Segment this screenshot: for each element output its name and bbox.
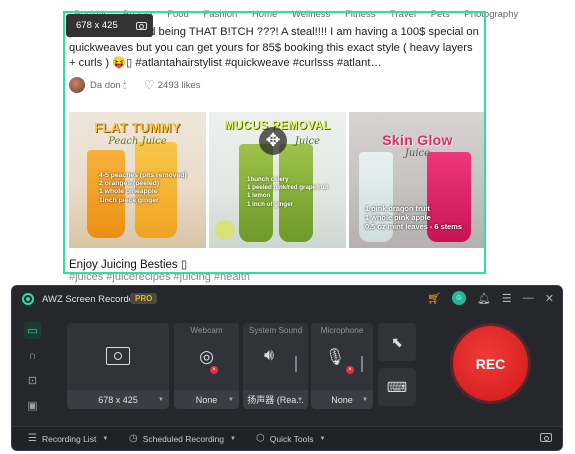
rec-button[interactable]: REC <box>453 326 528 401</box>
chevron-down-icon: ▼ <box>102 435 109 442</box>
clock-icon: ◷ <box>129 433 138 444</box>
toolbox-icon: ⬡ <box>256 433 265 444</box>
cursor-effects-button[interactable]: ⬉ <box>378 323 416 361</box>
gamepad-icon[interactable]: ⊡ <box>24 372 41 389</box>
recording-list-label: Recording List <box>41 433 97 444</box>
move-arrows-icon[interactable]: ✥ <box>259 127 287 155</box>
microphone-label: Microphone <box>320 326 364 335</box>
disabled-badge-icon: × <box>346 366 354 374</box>
system-sound-dropdown[interactable]: 扬声器 (Rea... ▼ <box>243 390 308 409</box>
region-size-badge: 678 x 425 <box>66 14 153 37</box>
webcam-value: None <box>195 394 218 405</box>
keyboard-icon: ⌨ <box>386 378 408 395</box>
title-bar[interactable]: AWZ Screen Recorder PRO 🛒︎ ☺︎ 🔔︎ ☰ — ✕ <box>12 286 562 312</box>
rec-label: REC <box>475 355 506 372</box>
menu-icon[interactable]: ☰ <box>502 292 512 305</box>
cart-icon[interactable]: 🛒︎ <box>427 292 441 305</box>
system-sound-panel[interactable]: System Sound 🔊︎ 扬声器 (Rea... ▼ <box>243 323 308 409</box>
chevron-down-icon: ▼ <box>362 396 368 403</box>
keystroke-button[interactable]: ⌨ <box>378 368 416 406</box>
chevron-down-icon: ▼ <box>319 435 326 442</box>
disabled-badge-icon: × <box>210 366 218 374</box>
recording-list-button[interactable]: ☰ Recording List ▼ <box>28 433 108 444</box>
chevron-down-icon: ▼ <box>158 396 164 403</box>
system-sound-value: 扬声器 (Rea... <box>247 395 304 405</box>
app-title: AWZ Screen Recorder <box>42 294 138 305</box>
recorder-window: AWZ Screen Recorder PRO 🛒︎ ☺︎ 🔔︎ ☰ — ✕ ▭… <box>11 285 563 451</box>
app-logo-icon <box>22 293 34 305</box>
microphone-icon[interactable]: 🎙︎ <box>325 347 345 367</box>
close-icon[interactable]: ✕ <box>545 292 554 305</box>
pro-badge[interactable]: PRO <box>130 293 158 304</box>
microphone-value: None <box>331 394 353 405</box>
chevron-down-icon: ▼ <box>228 396 234 403</box>
chevron-down-icon: ▼ <box>297 396 303 403</box>
volume-slider[interactable] <box>295 356 297 372</box>
system-sound-label: System Sound <box>248 326 303 335</box>
webcam-dropdown[interactable]: None ▼ <box>174 390 239 409</box>
webcam-label: Webcam <box>190 326 223 335</box>
screen-region-icon <box>106 347 130 365</box>
bottom-toolbar: ☰ Recording List ▼ ◷ Scheduled Recording… <box>12 426 562 450</box>
quick-tools-label: Quick Tools <box>269 433 314 444</box>
chevron-down-icon: ▼ <box>230 435 236 442</box>
minimize-icon[interactable]: — <box>523 292 534 304</box>
microphone-panel[interactable]: Microphone 🎙︎ × None ▼ <box>311 323 373 409</box>
mode-sidebar: ▭ ∩ ⊡ ▣ <box>24 322 41 414</box>
screen-size-dropdown[interactable]: 678 x 425 ▼ <box>67 390 169 409</box>
webcam-icon[interactable]: ◎ <box>199 347 214 367</box>
scheduled-recording-label: Scheduled Recording <box>142 433 225 444</box>
microphone-dropdown[interactable]: None ▼ <box>311 390 373 409</box>
cursor-click-icon: ⬉ <box>391 333 403 350</box>
screen-area-panel[interactable]: 678 x 425 ▼ <box>67 323 169 409</box>
speaker-icon[interactable]: 🔊︎ <box>264 347 274 365</box>
screen-size-value: 678 x 425 <box>98 394 138 405</box>
bell-icon[interactable]: 🔔︎ <box>477 292 491 305</box>
screenshot-camera-icon[interactable] <box>135 21 147 30</box>
list-icon: ☰ <box>28 433 37 444</box>
scheduled-recording-button[interactable]: ◷ Scheduled Recording ▼ <box>129 433 236 444</box>
screenshot-camera-icon[interactable] <box>540 433 552 442</box>
webcam-panel[interactable]: Webcam ◎ × None ▼ <box>174 323 239 409</box>
user-account-icon[interactable]: ☺︎ <box>451 291 466 305</box>
screen-mode-icon[interactable]: ▭ <box>24 322 41 339</box>
mic-volume-slider[interactable] <box>361 356 363 372</box>
tv-icon[interactable]: ▣ <box>24 397 41 414</box>
headphones-icon[interactable]: ∩ <box>24 347 41 364</box>
quick-tools-button[interactable]: ⬡ Quick Tools ▼ <box>256 433 325 444</box>
region-size-label: 678 x 425 <box>76 20 118 31</box>
